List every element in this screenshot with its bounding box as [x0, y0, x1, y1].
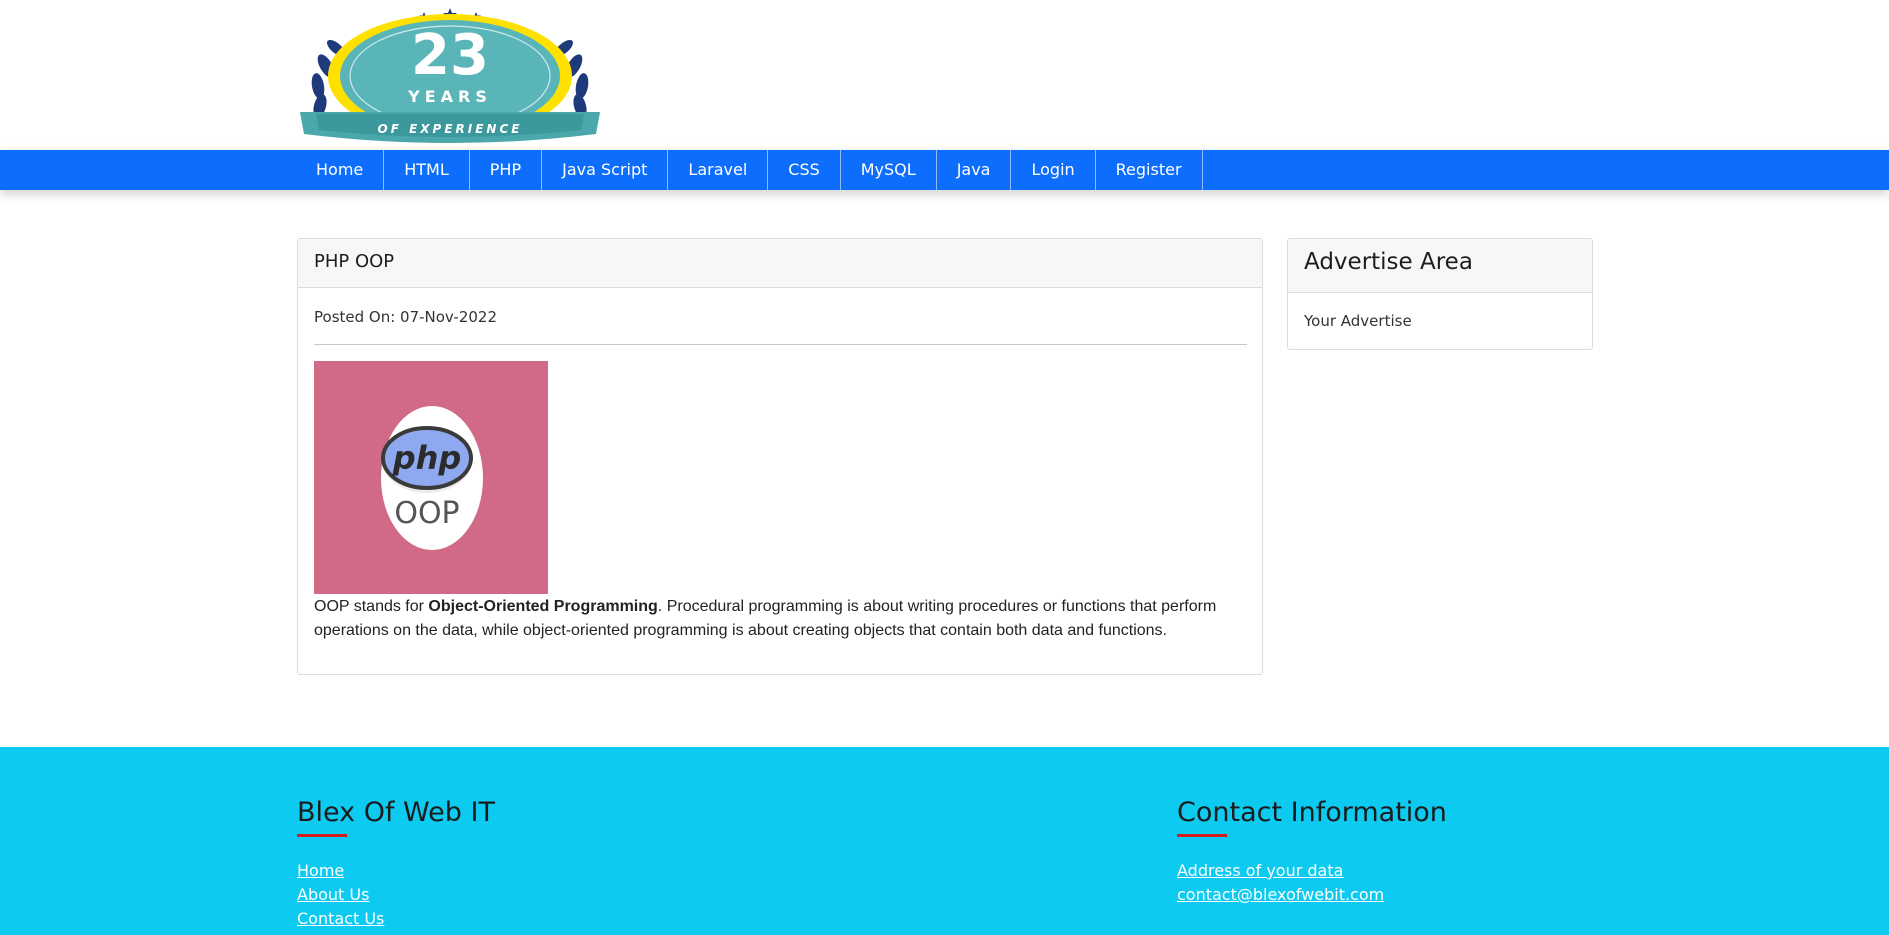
- image-php-text: php: [392, 439, 462, 477]
- advertise-body: Your Advertise: [1304, 312, 1412, 330]
- post-card: PHP OOP Posted On: 07-Nov-2022 php OOP O…: [297, 238, 1263, 675]
- footer-link-home[interactable]: Home: [297, 859, 495, 883]
- nav-login[interactable]: Login: [1011, 150, 1096, 190]
- image-oop-text: OOP: [394, 496, 459, 531]
- footer-link-address[interactable]: Address of your data: [1177, 859, 1447, 883]
- experience-logo[interactable]: 23 YEARS OF EXPERIENCE: [296, 6, 604, 144]
- footer-company: Blex Of Web IT Home About Us Contact Us: [297, 797, 495, 931]
- nav-css[interactable]: CSS: [768, 150, 841, 190]
- advertise-title: Advertise Area: [1288, 239, 1592, 293]
- logo-number: 23: [411, 23, 489, 88]
- footer-contact-title: Contact Information: [1177, 797, 1447, 828]
- footer-contact: Contact Information Address of your data…: [1177, 797, 1447, 907]
- nav-php[interactable]: PHP: [470, 150, 543, 190]
- footer-accent-bar: [297, 834, 347, 837]
- site-footer: Blex Of Web IT Home About Us Contact Us …: [0, 747, 1889, 935]
- footer-link-contact[interactable]: Contact Us: [297, 907, 495, 931]
- nav-laravel[interactable]: Laravel: [668, 150, 769, 190]
- nav-html[interactable]: HTML: [384, 150, 470, 190]
- post-date: Posted On: 07-Nov-2022: [314, 308, 497, 326]
- post-divider: [314, 344, 1247, 345]
- footer-accent-bar: [1177, 834, 1227, 837]
- post-body-intro: OOP stands for: [314, 598, 429, 615]
- footer-link-email[interactable]: contact@blexofwebit.com: [1177, 883, 1447, 907]
- post-image: php OOP: [314, 361, 548, 594]
- nav-mysql[interactable]: MySQL: [841, 150, 937, 190]
- footer-company-title: Blex Of Web IT: [297, 797, 495, 828]
- logo-banner: OF EXPERIENCE: [378, 122, 523, 136]
- nav-javascript[interactable]: Java Script: [542, 150, 669, 190]
- footer-link-about[interactable]: About Us: [297, 883, 495, 907]
- post-body-bold: Object-Oriented Programming: [428, 598, 658, 615]
- logo-years: YEARS: [407, 87, 492, 106]
- main-navbar: Home HTML PHP Java Script Laravel CSS My…: [0, 150, 1889, 190]
- nav-register[interactable]: Register: [1096, 150, 1203, 190]
- nav-items: Home HTML PHP Java Script Laravel CSS My…: [297, 150, 1203, 190]
- site-header: 23 YEARS OF EXPERIENCE: [0, 0, 1889, 150]
- nav-home[interactable]: Home: [297, 150, 385, 190]
- nav-java[interactable]: Java: [937, 150, 1012, 190]
- post-body: OOP stands for Object-Oriented Programmi…: [314, 595, 1244, 643]
- advertise-card: Advertise Area Your Advertise: [1287, 238, 1593, 350]
- post-title: PHP OOP: [298, 239, 1262, 288]
- php-oop-image: php OOP: [381, 406, 483, 550]
